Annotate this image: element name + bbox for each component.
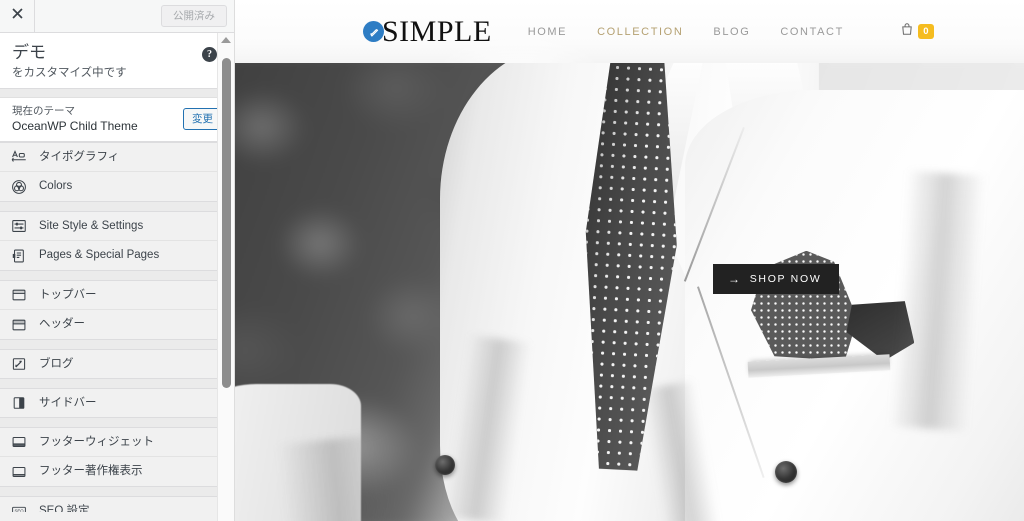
customizer-sidebar: 公開済み デモ をカスタマイズ中です ? 現在のテーマ OceanWP Chil… (0, 0, 235, 521)
sidebar-item-sidebar[interactable]: サイドバー (0, 388, 234, 418)
sidebar-item-footer-copyright[interactable]: フッター著作権表示 (0, 457, 234, 487)
sidebar-item-topbar[interactable]: トップバー (0, 280, 234, 310)
shopping-bag-icon (900, 22, 914, 41)
scroll-up-arrow-icon[interactable] (221, 37, 231, 43)
question-mark-icon[interactable]: ? (202, 47, 217, 62)
nav-link-blog[interactable]: BLOG (713, 26, 750, 38)
sidebar-item-label: サイドバー (39, 396, 97, 409)
menu-group: ブログ (0, 349, 234, 379)
section-gap (0, 89, 234, 98)
hero-fabric-fold (276, 433, 399, 521)
active-theme-row: 現在のテーマ OceanWP Child Theme 変更 (0, 98, 234, 142)
sidebar-item-label: トップバー (39, 288, 97, 301)
sidebar-item-label: SEO 設定 (39, 504, 90, 513)
nav-link-home[interactable]: HOME (528, 26, 567, 38)
scrollbar-thumb[interactable] (222, 58, 231, 388)
sliders-icon (9, 216, 29, 236)
close-button[interactable] (0, 0, 35, 32)
shop-now-button[interactable]: → SHOP NOW (713, 264, 840, 294)
cart-button[interactable]: 0 (900, 22, 934, 41)
customizer-screen: 公開済み デモ をカスタマイズ中です ? 現在のテーマ OceanWP Chil… (0, 0, 1024, 521)
menu-group: フッターウィジェット フッター著作権表示 (0, 427, 234, 487)
color-palette-icon (9, 177, 29, 197)
menu-group: サイドバー (0, 388, 234, 418)
sidebar-item-label: Colors (39, 180, 73, 192)
sidebar-item-footer-widgets[interactable]: フッターウィジェット (0, 427, 234, 457)
typography-icon (9, 147, 29, 167)
site-header: SIMPLE HOME COLLECTION BLOG CONTACT 0 (235, 0, 1024, 63)
site-navigation: HOME COLLECTION BLOG CONTACT 0 (528, 22, 934, 41)
page-title: デモ (12, 43, 46, 62)
customizer-menu-list: タイポグラフィ Colors Site Style & Settings Pag… (0, 142, 234, 512)
active-theme-label: 現在のテーマ (12, 105, 75, 117)
pencil-box-icon (9, 354, 29, 374)
pencil-circle-icon (363, 21, 384, 42)
hero-image (235, 63, 1024, 521)
svg-text:SEO: SEO (14, 509, 24, 512)
sidebar-item-header[interactable]: ヘッダー (0, 310, 234, 340)
active-theme-name: OceanWP Child Theme (12, 119, 138, 133)
shop-now-label: SHOP NOW (749, 273, 822, 285)
sidebar-item-typography[interactable]: タイポグラフィ (0, 142, 234, 172)
sidebar-item-label: フッターウィジェット (39, 435, 154, 448)
active-theme-text: 現在のテーマ OceanWP Child Theme (12, 104, 183, 134)
site-preview: SIMPLE HOME COLLECTION BLOG CONTACT 0 → … (235, 0, 1024, 521)
close-icon (11, 7, 24, 25)
customizer-title-panel: デモ をカスタマイズ中です ? (0, 33, 234, 89)
arrow-right-icon: → (728, 272, 742, 286)
sidebar-item-label: Pages & Special Pages (39, 249, 160, 261)
customizer-topbar: 公開済み (0, 0, 234, 33)
nav-link-contact[interactable]: CONTACT (780, 26, 844, 38)
sidebar-item-colors[interactable]: Colors (0, 172, 234, 202)
sidebar-item-label: ブログ (39, 357, 74, 370)
sidebar-item-label: タイポグラフィ (39, 150, 120, 163)
sidebar-item-blog[interactable]: ブログ (0, 349, 234, 379)
sidebar-item-label: フッター著作権表示 (39, 465, 143, 477)
menu-group: タイポグラフィ Colors (0, 142, 234, 202)
footer-widget-icon (9, 432, 29, 452)
seo-icon: SEO (9, 501, 29, 512)
topbar-layout-icon (9, 285, 29, 305)
menu-group: Site Style & Settings Pages & Special Pa… (0, 211, 234, 271)
footer-copyright-icon (9, 462, 29, 482)
sidebar-item-label: Site Style & Settings (39, 219, 144, 232)
page-icon (9, 246, 29, 266)
sidebar-item-label: ヘッダー (39, 318, 85, 330)
sidebar-item-pages-special-pages[interactable]: Pages & Special Pages (0, 241, 234, 271)
sidebar-layout-icon (9, 393, 29, 413)
page-subtitle: をカスタマイズ中です (12, 67, 127, 79)
sidebar-item-site-style-settings[interactable]: Site Style & Settings (0, 211, 234, 241)
site-logo[interactable]: SIMPLE (363, 14, 492, 48)
site-title: SIMPLE (382, 14, 492, 48)
sidebar-item-seo-settings[interactable]: SEO SEO 設定 (0, 496, 234, 512)
nav-link-collection[interactable]: COLLECTION (597, 26, 683, 38)
menu-group: トップバー ヘッダー (0, 280, 234, 340)
cart-count-badge: 0 (917, 24, 934, 39)
sidebar-scrollbar[interactable] (217, 33, 234, 521)
menu-group: SEO SEO 設定 (0, 496, 234, 512)
publish-button[interactable]: 公開済み (161, 5, 227, 27)
header-layout-icon (9, 315, 29, 335)
